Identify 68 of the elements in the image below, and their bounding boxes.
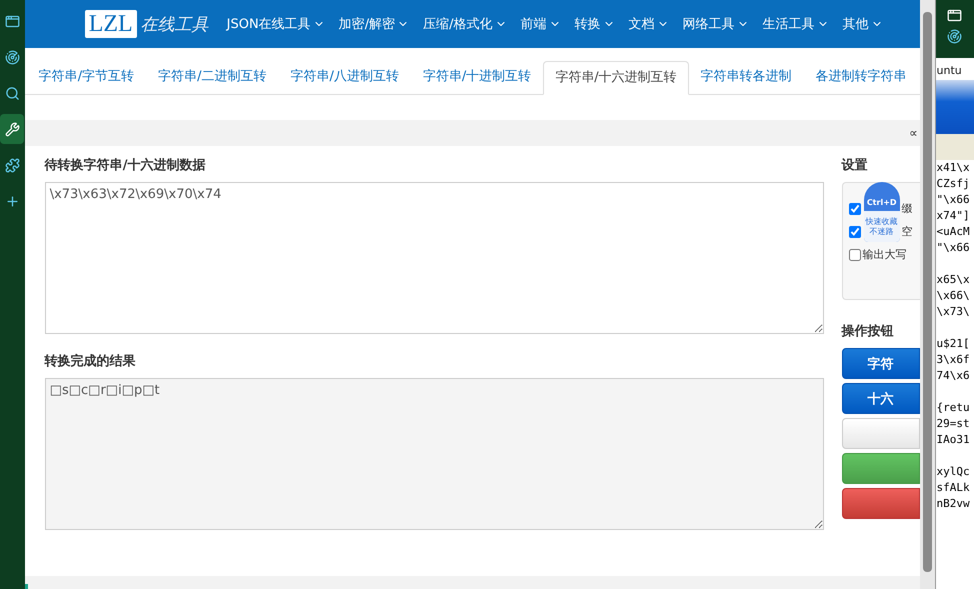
option-label: 空 [902, 224, 913, 239]
tools-icon [4, 122, 20, 136]
input-label: 待转换字符串/十六进制数据 [44, 156, 206, 174]
code-line: <uAcM [936, 224, 971, 240]
result-label: 转换完成的结果 [44, 352, 137, 370]
corner-text: ∝ [909, 126, 918, 140]
tab[interactable]: 字符串/十六进制互转 [543, 61, 689, 95]
code-line: \x66\ [936, 288, 971, 304]
nav-menu[interactable]: JSON在线工具 [226, 15, 325, 33]
code-line: sfALk [936, 480, 971, 496]
nav-menu[interactable]: 文档 [628, 15, 668, 33]
tab[interactable]: 各进制转字符串 [804, 60, 919, 94]
logo-text: 在线工具 [140, 14, 209, 36]
tab[interactable]: 字符串转各进制 [688, 60, 804, 94]
badge-text: 不迷路 [870, 226, 894, 236]
code-line: x65\x [936, 272, 971, 288]
search-icon [4, 86, 20, 100]
shortcut-text: Ctrl+D [866, 198, 897, 207]
bookmark-tooltip[interactable]: Ctrl+D 快速收藏 不迷路 [864, 182, 900, 242]
tab[interactable]: 字符串/二进制互转 [146, 60, 278, 94]
checkbox[interactable] [848, 226, 861, 238]
window-icon [4, 14, 20, 28]
code-line: "\x66 [936, 192, 971, 208]
window-menubar [936, 134, 974, 160]
nav-menu[interactable]: 转换 [574, 15, 614, 33]
code-line: {retu [936, 400, 971, 416]
code-line: x74"] [936, 208, 971, 224]
tab[interactable]: 字符串/十进制互转 [410, 60, 544, 94]
code-line: \x73\ [936, 304, 971, 320]
nav-menu[interactable]: 加密/解密 [338, 15, 410, 33]
window-icon [947, 8, 962, 23]
code-line: xylQc [936, 464, 971, 480]
option-label: 缀 [902, 201, 913, 216]
nav-menu[interactable]: 网络工具 [682, 15, 748, 33]
scrollbar[interactable] [920, 0, 934, 589]
radar-icon [947, 29, 962, 44]
plus-icon [4, 194, 20, 208]
radar-icon [4, 50, 20, 64]
action-button[interactable]: 十六 [842, 383, 920, 414]
action-button[interactable]: 字符 [842, 348, 920, 379]
code-line: 3\x6f [936, 352, 971, 368]
tab[interactable]: 字符串/字节互转 [26, 60, 146, 94]
result-field[interactable]: □s□c□r□i□p□t [44, 378, 824, 530]
badge-text: 快速收藏 [866, 216, 898, 226]
code-line: IAo31 [936, 432, 971, 448]
nav-menu[interactable]: 压缩/格式化 [423, 15, 506, 33]
sidebar-button[interactable] [0, 114, 24, 144]
puzzle-icon [4, 158, 20, 172]
checkbox[interactable] [848, 202, 861, 214]
code-line: 29=st [936, 416, 971, 432]
code-line: u$21[ [936, 336, 971, 352]
code-line: CZsfj [936, 176, 971, 192]
nav-menu[interactable]: 生活工具 [762, 15, 828, 33]
nav-menu[interactable]: 其他 [842, 15, 882, 33]
actions-title: 操作按钮 [842, 323, 895, 340]
code-line: "\x66 [936, 240, 971, 256]
code-line: x41\x [936, 160, 971, 176]
option-label: 输出大写 [862, 247, 907, 262]
input-field[interactable]: \x73\x63\x72\x69\x70\x74 [44, 182, 824, 334]
code-line: nB2vw [936, 496, 971, 512]
logo-mark[interactable]: LZL [84, 10, 137, 38]
side-window-title: untu [936, 63, 963, 79]
window-titlebar [936, 80, 974, 134]
code-line: 74\x6 [936, 368, 971, 384]
tab[interactable]: 字符串/八进制互转 [278, 60, 411, 94]
settings-title: 设置 [842, 157, 869, 174]
nav-menu[interactable]: 前端 [520, 15, 560, 33]
checkbox[interactable] [848, 248, 861, 260]
